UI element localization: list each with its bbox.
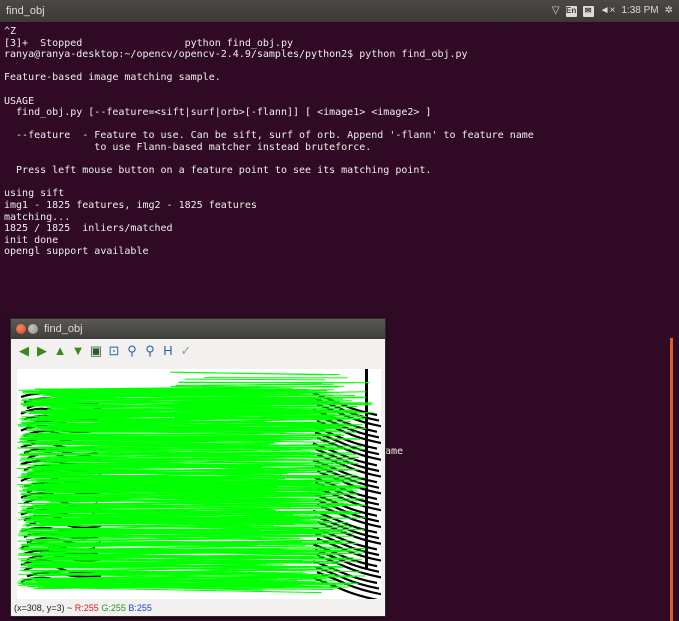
- system-indicators: ▽ En ✉ ◄× 1:38 PM ✲: [552, 0, 673, 22]
- terminal-line: to use Flann-based matcher instead brute…: [4, 141, 372, 153]
- window-title: find_obj: [44, 323, 83, 335]
- terminal-line: --feature - Feature to use. Can be sift,…: [4, 130, 534, 142]
- match-line: [48, 528, 365, 531]
- match-line: [173, 371, 340, 376]
- image-toolbar: ◀ ▶ ▲ ▼ ▣ ⊡ ⚲ ⚲ H ✓: [11, 339, 385, 363]
- terminal-line: matching...: [4, 211, 71, 223]
- feature-match-image[interactable]: [17, 369, 381, 599]
- terminal-line: find_obj.py [--feature=<sift|surf|orb>[-…: [4, 107, 432, 119]
- terminal-line: 1825 / 1825 inliers/matched: [4, 223, 173, 235]
- match-line: [170, 386, 339, 388]
- match-line: [198, 398, 344, 400]
- settings-gear-icon[interactable]: ✲: [665, 0, 673, 22]
- zoom-out-icon[interactable]: ⚲: [143, 343, 157, 359]
- window-titlebar[interactable]: find_obj: [11, 319, 385, 339]
- status-bar: (x=308, y=3) ~ R:255 G:255 B:255: [11, 599, 385, 616]
- app-title: find_obj: [6, 5, 45, 17]
- minimize-window-icon[interactable]: [28, 324, 38, 334]
- wifi-icon[interactable]: ▽: [552, 0, 560, 22]
- pixel-g-value: G:255: [101, 603, 126, 613]
- save-icon[interactable]: H: [161, 343, 175, 359]
- properties-icon[interactable]: ✓: [179, 343, 193, 359]
- top-panel: find_obj ▽ En ✉ ◄× 1:38 PM ✲: [0, 0, 679, 22]
- terminal-partial-text: ame: [385, 446, 404, 457]
- terminal-line: USAGE: [4, 95, 35, 107]
- pan-down-icon[interactable]: ▼: [71, 343, 85, 359]
- terminal-line: [3]+ Stopped python find_obj.py: [4, 37, 293, 49]
- zoom-in-icon[interactable]: ⚲: [125, 343, 139, 359]
- match-line: [38, 447, 345, 449]
- image-seam: [365, 369, 368, 569]
- pixel-b-value: B:255: [128, 603, 152, 613]
- terminal-scrollbar[interactable]: [670, 338, 673, 621]
- terminal-line: Feature-based image matching sample.: [4, 72, 221, 84]
- keyboard-indicator[interactable]: En: [565, 5, 577, 17]
- zoom-fit-icon[interactable]: ⊡: [107, 343, 121, 359]
- pixel-r-value: R:255: [74, 603, 99, 613]
- zoom-reset-icon[interactable]: ▣: [89, 343, 103, 359]
- pan-left-icon[interactable]: ◀: [17, 343, 31, 359]
- cursor-coordinates: (x=308, y=3) ~: [14, 603, 75, 613]
- terminal-line: img1 - 1825 features, img2 - 1825 featur…: [4, 199, 257, 211]
- volume-icon[interactable]: ◄×: [600, 0, 616, 22]
- terminal-line: using sift: [4, 188, 65, 200]
- pan-up-icon[interactable]: ▲: [53, 343, 67, 359]
- match-line: [175, 383, 334, 386]
- opencv-window[interactable]: find_obj ◀ ▶ ▲ ▼ ▣ ⊡ ⚲ ⚲ H ✓ (x=308, y=3) ~ R:255…: [10, 318, 386, 617]
- mail-icon[interactable]: ✉: [582, 5, 594, 17]
- terminal-output: ^Z [3]+ Stopped python find_obj.py ranya@r…: [4, 26, 672, 258]
- close-window-icon[interactable]: [16, 324, 26, 334]
- pan-right-icon[interactable]: ▶: [35, 343, 49, 359]
- terminal-line: ranya@ranya-desktop:~/opencv/opencv-2.4.…: [4, 49, 468, 61]
- clock[interactable]: 1:38 PM: [621, 0, 658, 22]
- terminal-line: Press left mouse button on a feature poi…: [4, 165, 432, 177]
- terminal-line: init done: [4, 234, 59, 246]
- terminal-line: ^Z: [4, 26, 17, 37]
- match-line: [184, 378, 326, 381]
- terminal-line: opengl support available: [4, 246, 149, 258]
